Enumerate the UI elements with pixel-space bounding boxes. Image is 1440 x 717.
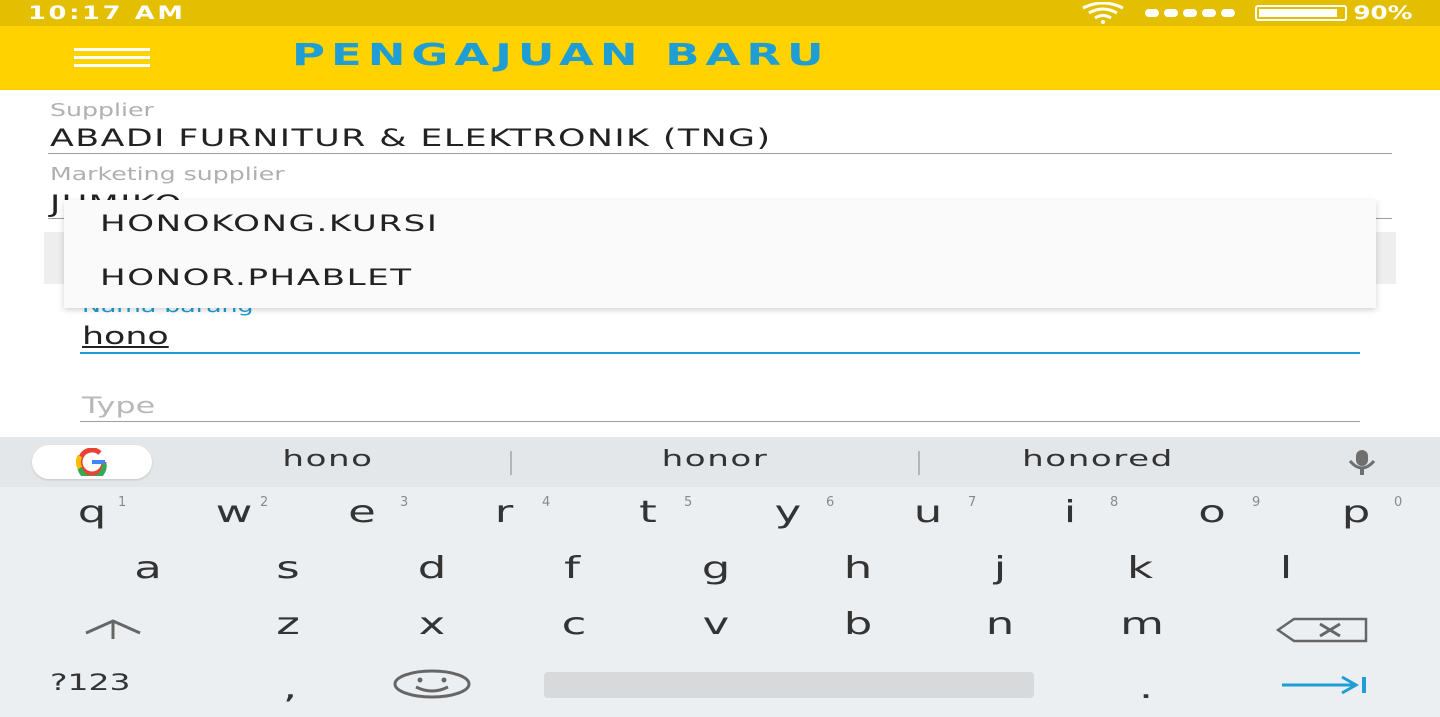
key-z[interactable]: z: [243, 607, 333, 642]
key-h[interactable]: h: [813, 551, 903, 586]
key-hint: 5: [684, 495, 693, 510]
key-l[interactable]: l: [1241, 551, 1331, 586]
microphone-icon[interactable]: [1336, 449, 1388, 477]
key-x[interactable]: x: [387, 607, 477, 642]
key-hint: 4: [542, 495, 551, 510]
key-u[interactable]: u: [883, 495, 973, 530]
key-v[interactable]: v: [671, 607, 761, 642]
key-y[interactable]: y: [743, 495, 833, 530]
supplier-label: Supplier: [50, 100, 154, 121]
battery-percent: 90%: [1352, 2, 1412, 24]
wifi-icon: [1081, 2, 1124, 24]
suggestion-bar: hono honor honored: [0, 437, 1440, 487]
autocomplete-dropdown: HONOKONG.KURSI HONOR.PHABLET: [64, 200, 1376, 308]
key-hint: 3: [400, 495, 409, 510]
emoji-icon[interactable]: [392, 669, 472, 699]
suggestion-divider: [510, 451, 512, 475]
period-key[interactable]: .: [1101, 671, 1191, 706]
hamburger-menu-icon[interactable]: [74, 48, 150, 68]
key-e[interactable]: e: [317, 495, 407, 530]
key-b[interactable]: b: [813, 607, 903, 642]
backspace-icon[interactable]: [1276, 617, 1370, 643]
suggestion-divider: [918, 451, 920, 475]
key-s[interactable]: s: [243, 551, 333, 586]
type-placeholder: Type: [82, 394, 156, 419]
key-f[interactable]: f: [527, 551, 617, 586]
nama-barang-value: hono: [82, 322, 169, 350]
key-hint: 7: [968, 495, 977, 510]
key-c[interactable]: c: [529, 607, 619, 642]
key-p[interactable]: p: [1311, 495, 1401, 530]
key-hint: 9: [1252, 495, 1261, 510]
key-hint: 0: [1394, 495, 1403, 510]
nama-barang-input[interactable]: [80, 322, 1360, 354]
supplier-field[interactable]: ABADI FURNITUR & ELEKTRONIK (TNG): [50, 124, 771, 152]
key-hint: 1: [118, 495, 127, 510]
key-m[interactable]: m: [1097, 607, 1187, 642]
key-hint: 8: [1110, 495, 1119, 510]
autocomplete-item[interactable]: HONOKONG.KURSI: [100, 212, 438, 237]
status-bar: 10:17 AM 90%: [0, 0, 1440, 26]
space-bar[interactable]: [544, 672, 1034, 698]
marketing-supplier-label: Marketing supplier: [50, 164, 285, 185]
key-r[interactable]: r: [459, 495, 549, 530]
symbols-key[interactable]: ?123: [50, 671, 131, 696]
soft-keyboard: hono honor honored q w e r t y u i o p 1…: [0, 437, 1440, 717]
key-t[interactable]: t: [603, 495, 693, 530]
suggestion-3[interactable]: honored: [1005, 447, 1191, 472]
supplier-underline: [48, 153, 1392, 154]
key-k[interactable]: k: [1095, 551, 1185, 586]
next-arrow-icon[interactable]: [1280, 675, 1370, 695]
google-logo-icon: [75, 448, 107, 476]
key-a[interactable]: a: [103, 551, 193, 586]
signal-icon: [1144, 9, 1235, 17]
status-icons: 90%: [1081, 2, 1412, 24]
status-time: 10:17 AM: [28, 2, 186, 24]
suggestion-2[interactable]: honor: [622, 447, 808, 472]
key-n[interactable]: n: [955, 607, 1045, 642]
key-d[interactable]: d: [387, 551, 477, 586]
app-bar: PENGAJUAN BARU: [0, 26, 1440, 90]
suggestion-1[interactable]: hono: [235, 447, 421, 472]
key-hint: 6: [826, 495, 835, 510]
type-input[interactable]: [80, 392, 1360, 422]
key-i[interactable]: i: [1025, 495, 1115, 530]
key-o[interactable]: o: [1167, 495, 1257, 530]
shift-icon[interactable]: [82, 617, 144, 641]
page-title: PENGAJUAN BARU: [292, 38, 830, 73]
key-g[interactable]: g: [671, 551, 761, 586]
autocomplete-item[interactable]: HONOR.PHABLET: [100, 266, 413, 291]
key-hint: 2: [260, 495, 269, 510]
comma-key[interactable]: ,: [245, 671, 335, 706]
battery-icon: [1254, 5, 1347, 21]
google-g-icon[interactable]: [32, 445, 152, 479]
key-j[interactable]: j: [955, 551, 1045, 586]
